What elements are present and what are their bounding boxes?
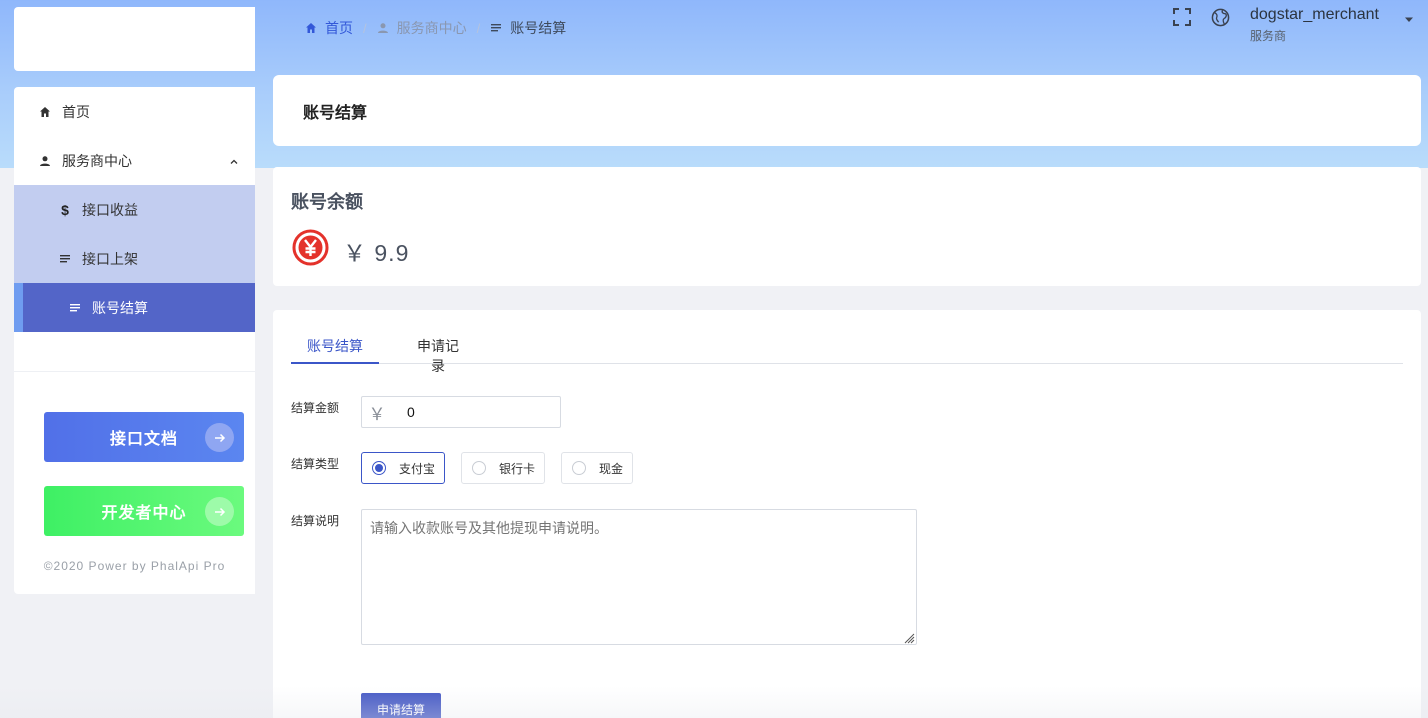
developer-center-button[interactable]: 开发者中心 (44, 486, 244, 536)
dollar-icon: $ (61, 201, 69, 218)
sidebar-item-api-listing[interactable]: 接口上架 (14, 234, 255, 283)
balance-title: 账号余额 (291, 192, 363, 212)
page-title-card: 账号结算 (273, 75, 1421, 146)
radio-bank-card[interactable]: 银行卡 (461, 452, 545, 484)
sidebar-item-label: 接口收益 (82, 201, 138, 218)
list-icon (68, 301, 82, 315)
radio-unselected-icon (572, 461, 586, 475)
api-docs-button[interactable]: 接口文档 (44, 412, 244, 462)
yuan-prefix-icon: ￥ (368, 404, 386, 424)
breadcrumb-service-center[interactable]: 服务商中心 (377, 18, 467, 38)
arrow-right-icon (205, 423, 234, 452)
home-icon (38, 105, 52, 119)
sidebar-item-account-settlement[interactable]: 账号结算 (14, 283, 255, 332)
globe-icon[interactable] (1210, 7, 1230, 27)
description-textarea[interactable] (361, 509, 917, 645)
amount-label: 结算金额 (291, 401, 340, 415)
sidebar-divider (14, 371, 255, 372)
radio-unselected-icon (472, 461, 486, 475)
radio-label: 现金 (599, 461, 624, 476)
radio-label: 支付宝 (399, 461, 436, 476)
amount-input[interactable] (407, 404, 527, 420)
list-icon (58, 252, 72, 266)
breadcrumb-current-label: 账号结算 (510, 20, 567, 36)
yuan-icon (292, 229, 329, 271)
breadcrumb-service-label: 服务商中心 (396, 20, 467, 36)
sidebar-item-api-income[interactable]: $ 接口收益 (14, 185, 255, 234)
user-icon (377, 22, 389, 34)
breadcrumb-home[interactable]: 首页 (305, 18, 353, 38)
sidebar-item-label: 账号结算 (92, 299, 148, 316)
developer-center-label: 开发者中心 (101, 505, 187, 522)
resize-handle-icon[interactable] (903, 631, 915, 649)
tab-bar: 账号结算 申请记录 (291, 336, 1403, 374)
submit-settlement-button[interactable]: 申请结算 (361, 693, 441, 718)
settlement-form-card: 账号结算 申请记录 结算金额 ￥ 结算类型 支付宝 银行卡 现金 结算说明 申请… (273, 310, 1421, 718)
chevron-up-icon (229, 154, 239, 170)
breadcrumb-home-label: 首页 (325, 20, 353, 36)
radio-alipay[interactable]: 支付宝 (361, 452, 445, 484)
breadcrumb: 首页 / 服务商中心 / 账号结算 (305, 19, 566, 37)
type-label: 结算类型 (291, 457, 340, 471)
sidebar-item-service-center[interactable]: 服务商中心 (14, 136, 255, 185)
api-docs-label: 接口文档 (109, 431, 178, 448)
sidebar-item-label: 首页 (62, 103, 90, 120)
arrow-right-icon (205, 497, 234, 526)
caret-down-icon[interactable] (1404, 11, 1414, 29)
radio-selected-icon (372, 461, 386, 475)
sidebar: 首页 服务商中心 $ 接口收益 接口上架 账号结算 接口文档 开发者中心 ©20… (14, 87, 255, 594)
radio-label: 银行卡 (499, 461, 536, 476)
breadcrumb-separator: / (363, 20, 367, 36)
logo-area (14, 7, 255, 71)
tab-account-settlement[interactable]: 账号结算 (291, 336, 379, 364)
balance-value: ￥ 9.9 (343, 240, 410, 266)
amount-field[interactable]: ￥ (361, 396, 561, 428)
radio-cash[interactable]: 现金 (561, 452, 633, 484)
tab-application-records[interactable]: 申请记录 (412, 336, 464, 374)
home-icon (305, 22, 317, 34)
sidebar-item-label: 服务商中心 (62, 152, 132, 169)
sidebar-item-label: 接口上架 (82, 250, 138, 267)
list-icon (490, 22, 502, 34)
page-title: 账号结算 (303, 104, 368, 122)
copyright-text: ©2020 Power by PhalApi Pro (43, 559, 226, 573)
description-label: 结算说明 (291, 514, 340, 528)
user-role: 服务商 (1250, 29, 1287, 43)
sidebar-item-home[interactable]: 首页 (14, 87, 255, 136)
fullscreen-icon[interactable] (1172, 7, 1192, 27)
breadcrumb-current: 账号结算 (490, 18, 566, 38)
balance-card: 账号余额 ￥ 9.9 (273, 167, 1421, 286)
user-name[interactable]: dogstar_merchant (1250, 6, 1379, 24)
user-icon (38, 154, 52, 168)
breadcrumb-separator: / (476, 20, 481, 36)
